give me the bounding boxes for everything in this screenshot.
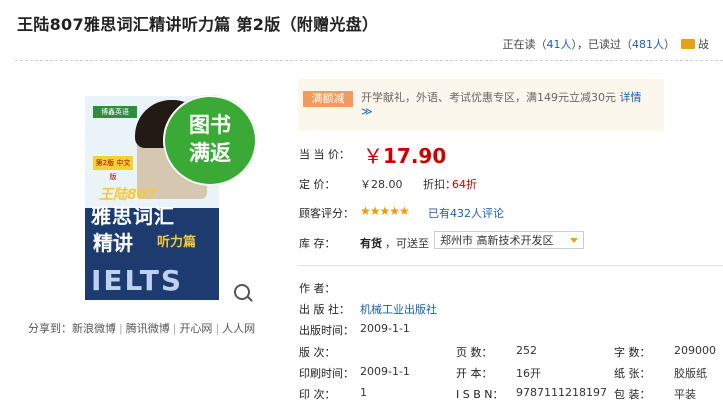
cover-title-line3: 听力篇 (157, 235, 197, 250)
reading-suffix: ） (664, 38, 675, 51)
printdate-label: 印刷时间： (299, 367, 354, 380)
reading-stats: 正在读（41人），已读过（481人） 敁 (503, 36, 710, 52)
share-sina[interactable]: 新浪微博 (72, 322, 116, 335)
collection-label[interactable]: 敁 (698, 38, 709, 51)
pubdate-label: 出版时间： (299, 324, 354, 337)
list-price-value: ￥28.00 (360, 178, 403, 191)
cover-ielts-text: IELTS (91, 264, 184, 297)
binding-value: 平装 (674, 388, 696, 401)
isbn-label: I S B N： (456, 388, 504, 401)
promo-details-link[interactable]: 详情 (620, 91, 642, 104)
share-bar: 分享到：新浪微博 | 腾讯微博 | 开心网 | 人人网 (28, 320, 255, 336)
stock-label: 库 存： (299, 237, 336, 250)
share-separator: | (119, 322, 123, 335)
rating-label: 顾客评分： (299, 207, 354, 220)
price-symbol: ￥ (363, 144, 383, 168)
ship-to-label: ，可送至 (385, 237, 429, 250)
share-separator: | (215, 322, 220, 335)
details-divider (298, 265, 723, 266)
reviews-link[interactable]: 已有432人评论 (428, 205, 504, 221)
stock-status: 有货 (360, 237, 382, 250)
read-count-link[interactable]: 481人 (632, 38, 664, 51)
price-label: 当 当 价： (299, 148, 350, 161)
isbn-value: 9787111218197 (516, 386, 607, 399)
rating-stars-icon: ★★★★★ (360, 204, 410, 218)
sale-price: ￥17.90 (363, 140, 446, 169)
zoom-icon[interactable] (234, 284, 250, 300)
chevron-down-icon (570, 238, 578, 243)
promo-more-arrow[interactable]: ≫ (361, 105, 373, 118)
collection-icon[interactable] (681, 39, 695, 49)
reading-prefix: 正在读（ (502, 38, 547, 51)
page-title: 王陆807雅思词汇精讲听力篇 第2版（附赠光盘） (17, 15, 379, 34)
printing-value: 1 (360, 386, 367, 399)
publisher-label: 出 版 社： (299, 303, 350, 316)
pages-value: 252 (516, 344, 537, 357)
pubdate-value: 2009-1-1 (360, 322, 410, 335)
cover-title-line2: 精讲 (93, 231, 133, 255)
binding-label: 包 装： (614, 388, 651, 401)
words-label: 字 数： (614, 346, 651, 359)
printing-label: 印 次： (299, 388, 336, 401)
badge-line2: 满返 (189, 141, 231, 165)
paper-value: 胶版纸 (674, 367, 707, 380)
location-value: 郑州市 高新技术开发区 (440, 234, 554, 247)
discount-value: 64折 (452, 178, 477, 191)
words-value: 209000 (674, 344, 716, 357)
reading-count-link[interactable]: 41人 (547, 38, 572, 51)
price-value: 17.90 (383, 144, 447, 168)
location-select[interactable]: 郑州市 高新技术开发区 (434, 231, 584, 249)
cover-edition-tag: 第2版 中文版 (93, 156, 133, 181)
share-label: 分享到： (28, 322, 72, 335)
promo-badge[interactable]: 图书 满返 (163, 95, 257, 186)
cover-title-line1: 雅思词汇 (91, 204, 175, 228)
format-label: 开 本： (456, 367, 493, 380)
publisher-link[interactable]: 机械工业出版社 (360, 301, 437, 317)
share-tencent[interactable]: 腾讯微博 (126, 322, 170, 335)
badge-line1: 图书 (189, 113, 231, 137)
share-separator: | (172, 322, 177, 335)
paper-label: 纸 张： (614, 367, 651, 380)
author-label: 作 者： (299, 282, 336, 295)
list-price-label: 定 价： (299, 178, 336, 191)
pages-label: 页 数： (456, 346, 493, 359)
share-kaixin[interactable]: 开心网 (179, 322, 212, 335)
printdate-value: 2009-1-1 (360, 365, 410, 378)
edition-label: 版 次： (299, 346, 336, 359)
promo-text: 开学献礼，外语、考试优惠专区，满149元立减30元 详情 ≫ (361, 91, 657, 119)
title-divider (15, 60, 723, 61)
promo-tag: 满额减 (303, 91, 353, 107)
cover-publisher-logo: 博鑫英语 (93, 106, 137, 118)
share-renren[interactable]: 人人网 (222, 322, 255, 335)
promo-description: 开学献礼，外语、考试优惠专区，满149元立减30元 (361, 91, 616, 104)
reading-mid: ），已读过（ (571, 38, 633, 51)
promo-box: 满额减 开学献礼，外语、考试优惠专区，满149元立减30元 详情 ≫ (298, 79, 664, 131)
format-value: 16开 (516, 367, 541, 380)
